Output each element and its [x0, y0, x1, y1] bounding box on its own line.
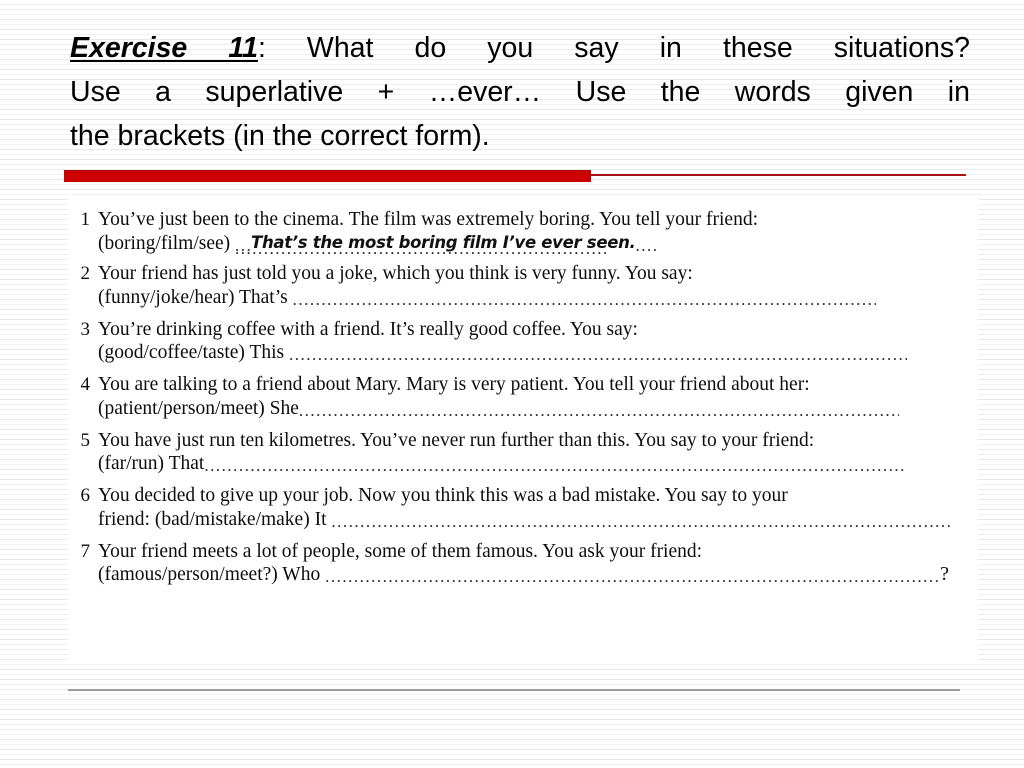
item-answer-line: friend: (bad/mistake/make) It: [98, 508, 978, 532]
header-line-1: Exercise 11: What do you say in these si…: [70, 26, 970, 70]
item-cue: (patient/person/meet): [98, 397, 270, 419]
item-lead-word: That: [168, 453, 205, 474]
item-number: 7: [80, 540, 91, 562]
list-item: 6 You decided to give up your job. Now y…: [68, 484, 978, 531]
item-trailing-question-mark: ?: [940, 563, 949, 585]
list-item: 7 Your friend meets a lot of people, som…: [68, 540, 978, 587]
answer-blank[interactable]: [331, 510, 951, 527]
item-answer-line: (far/run) That: [98, 452, 978, 476]
item-number: 1: [80, 209, 91, 230]
item-prompt: Your friend has just told you a joke, wh…: [98, 263, 693, 284]
slide: Exercise 11: What do you say in these si…: [0, 0, 1024, 768]
bottom-divider: [68, 689, 960, 691]
item-answer-line: (boring/film/see) That’s the most boring…: [98, 232, 978, 258]
answer-blank[interactable]: [325, 565, 940, 582]
item-prompt: Your friend meets a lot of people, some …: [98, 540, 703, 562]
answer-blank[interactable]: [293, 288, 876, 305]
item-prompt: You’ve just been to the cinema. The film…: [98, 209, 759, 230]
list-item: 3 You’re drinking coffee with a friend. …: [68, 318, 978, 365]
item-number: 2: [80, 263, 91, 284]
divider-thin-line: [591, 174, 966, 176]
header-line-3: the brackets (in the correct form).: [70, 120, 490, 152]
answer-blank[interactable]: [204, 454, 904, 471]
item-prompt: You decided to give up your job. Now you…: [98, 485, 788, 506]
item-cue: (famous/person/meet?): [98, 564, 283, 585]
item-prompt: You’re drinking coffee with a friend. It…: [98, 318, 638, 340]
exercise-title: Exercise 11: [70, 32, 258, 64]
item-number: 4: [80, 374, 91, 395]
item-lead-word: This: [249, 342, 289, 363]
item-cue: (far/run): [98, 453, 169, 474]
item-prompt: You have just run ten kilometres. You’ve…: [98, 429, 815, 451]
item-cue: friend: (bad/mistake/make): [98, 508, 315, 530]
divider-thick-bar: [64, 170, 591, 182]
item-answer-line: (patient/person/meet) She: [98, 397, 978, 421]
item-prompt: You are talking to a friend about Mary. …: [98, 374, 810, 395]
exercise-list: 1 You’ve just been to the cinema. The fi…: [68, 198, 978, 587]
item-number: 3: [80, 318, 91, 340]
item-lead-word: That’s: [238, 286, 293, 308]
list-item: 5 You have just run ten kilometres. You’…: [68, 429, 978, 476]
header-line-1-rest: : What do you say in these situations?: [257, 32, 970, 64]
item-lead-word: It: [314, 508, 332, 530]
filled-answer-field[interactable]: That’s the most boring film I’ve ever se…: [235, 232, 658, 258]
item-answer-line: (good/coffee/taste) This: [98, 341, 978, 365]
item-cue: (boring/film/see): [98, 232, 236, 254]
item-cue: (good/coffee/taste): [98, 342, 250, 363]
item-number: 5: [80, 429, 91, 451]
item-lead-word: She: [269, 397, 299, 419]
slide-header: Exercise 11: What do you say in these si…: [70, 26, 970, 158]
red-divider: [64, 170, 966, 182]
header-line-2: Use a superlative + …ever… Use the words…: [70, 76, 970, 108]
list-item: 1 You’ve just been to the cinema. The fi…: [68, 208, 978, 258]
list-item: 4 You are talking to a friend about Mary…: [68, 373, 978, 420]
item-cue: (funny/joke/hear): [98, 286, 239, 308]
item-answer-line: (famous/person/meet?) Who ?: [98, 563, 978, 587]
item-lead-word: Who: [282, 564, 326, 585]
answer-underline-dots: ........................................…: [235, 238, 609, 258]
item-number: 6: [80, 485, 91, 506]
answer-blank[interactable]: [289, 343, 907, 360]
exercise-card: 1 You’ve just been to the cinema. The fi…: [68, 198, 978, 660]
answer-blank[interactable]: [299, 399, 899, 416]
item-answer-line: (funny/joke/hear) That’s: [98, 286, 978, 310]
list-item: 2 Your friend has just told you a joke, …: [68, 262, 978, 309]
